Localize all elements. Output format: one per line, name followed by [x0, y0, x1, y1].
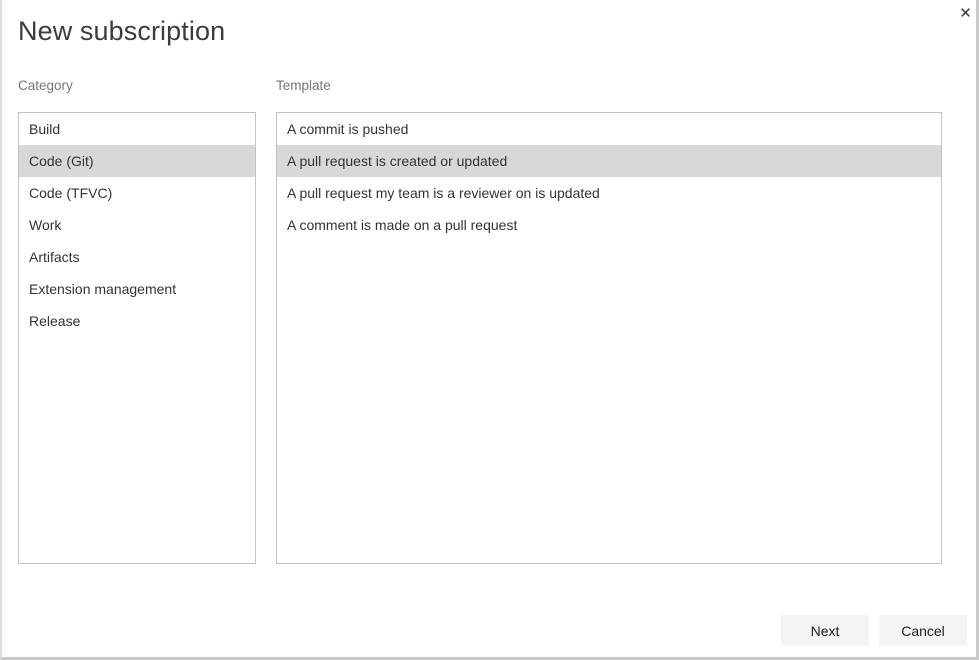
close-icon[interactable]: ✕ [952, 0, 979, 26]
template-list-item[interactable]: A comment is made on a pull request [277, 209, 941, 241]
category-list-item-label: Build [29, 121, 61, 137]
next-button[interactable]: Next [781, 615, 869, 646]
category-list-item[interactable]: Work [19, 209, 255, 241]
template-list-item[interactable]: A commit is pushed [277, 113, 941, 145]
category-list-item[interactable]: Code (TFVC) [19, 177, 255, 209]
category-label: Category [18, 78, 73, 93]
cancel-button[interactable]: Cancel [879, 615, 967, 646]
category-list-item[interactable]: Code (Git) [19, 145, 255, 177]
category-list-item-label: Extension management [29, 281, 177, 297]
template-list-item[interactable]: A pull request is created or updated [277, 145, 941, 177]
category-list-item-label: Code (Git) [29, 153, 94, 169]
category-list-item[interactable]: Build [19, 113, 255, 145]
category-list-item-label: Code (TFVC) [29, 185, 113, 201]
template-list-item-label: A commit is pushed [287, 121, 409, 137]
template-list-item[interactable]: A pull request my team is a reviewer on … [277, 177, 941, 209]
category-list-item-label: Release [29, 313, 81, 329]
category-list-item[interactable]: Release [19, 305, 255, 337]
category-listbox[interactable]: Build Code (Git) Code (TFVC) Work Artifacts E… [18, 112, 256, 564]
category-list-item-label: Work [29, 217, 62, 233]
category-list-item[interactable]: Artifacts [19, 241, 255, 273]
template-label: Template [276, 78, 331, 93]
category-list-item-label: Artifacts [29, 249, 80, 265]
template-list-item-label: A comment is made on a pull request [287, 217, 518, 233]
template-list-item-label: A pull request is created or updated [287, 153, 508, 169]
category-list-item[interactable]: Extension management [19, 273, 255, 305]
page-title: New subscription [18, 16, 226, 46]
template-list-item-label: A pull request my team is a reviewer on … [287, 185, 600, 201]
new-subscription-dialog: ✕ New subscription Category Template Bui… [0, 0, 979, 660]
template-listbox[interactable]: A commit is pushed A pull request is crea… [276, 112, 942, 564]
